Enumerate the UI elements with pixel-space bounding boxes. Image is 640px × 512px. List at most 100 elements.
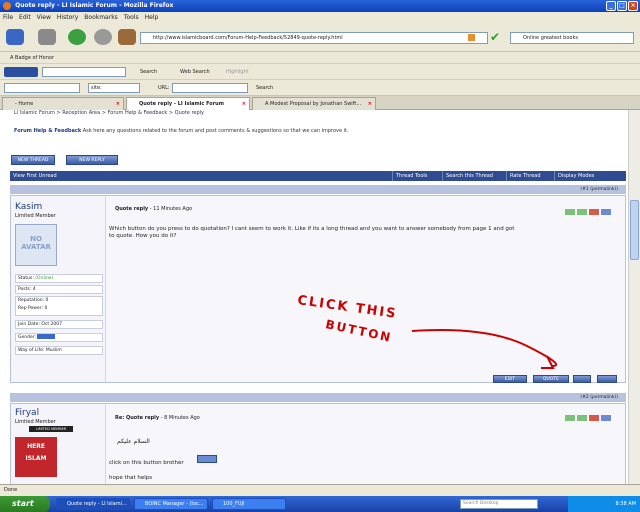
- tab-modest-proposal[interactable]: A Modest Proposal by Jonathan Swift... ×: [252, 97, 376, 110]
- window-title: Quote reply - LI Islamic Forum - Mozilla…: [15, 2, 174, 9]
- post1: Kasim Limited Member NO AVATAR Status: (…: [10, 195, 626, 383]
- back-icon[interactable]: [6, 29, 24, 45]
- post1-title-row: Quote reply - 11 Minutes Ago: [115, 206, 192, 212]
- close-window-button[interactable]: ×: [628, 1, 638, 11]
- post1-time: - 11 Minutes Ago: [149, 206, 193, 212]
- task-folder[interactable]: 100_FUJI: [212, 498, 286, 510]
- status-value: (Online): [35, 276, 54, 281]
- tab-label: A Modest Proposal by Jonathan Swift...: [265, 101, 362, 107]
- post2-user-title: Limited Member: [15, 419, 56, 425]
- forward-icon[interactable]: [38, 29, 56, 45]
- post1-title: Quote reply: [115, 206, 149, 212]
- clock: 8:38 AM: [615, 501, 636, 507]
- desktop-search-input[interactable]: Search Desktop: [460, 499, 538, 509]
- gender-label: Gender:: [18, 335, 37, 340]
- site-select[interactable]: site:: [88, 83, 140, 93]
- new-thread-button[interactable]: NEW THREAD: [11, 155, 55, 165]
- new-reply-button[interactable]: NEW REPLY: [66, 155, 118, 165]
- url-input[interactable]: http://www.islamicboard.com/Forum-Help-F…: [140, 32, 488, 44]
- post1-body: Which button do you press to do quotatio…: [109, 226, 515, 239]
- quote-button[interactable]: QUOTE: [533, 375, 569, 383]
- profile-icon[interactable]: [565, 415, 575, 421]
- task-boinc[interactable]: BOINC Manager - (loc...: [134, 498, 208, 510]
- url-field[interactable]: [172, 83, 248, 93]
- pm-icon[interactable]: [577, 209, 587, 215]
- bookmark-item[interactable]: A Badge of Honor: [10, 55, 54, 61]
- quick-reply-button[interactable]: [597, 375, 617, 383]
- toolbar2-input[interactable]: [4, 83, 80, 93]
- home-icon[interactable]: [118, 29, 136, 45]
- tab-close-icon[interactable]: ×: [368, 98, 372, 110]
- post1-gender: Gender:: [15, 333, 103, 342]
- email-icon[interactable]: [601, 209, 611, 215]
- post2-body1: click on this button brother: [109, 460, 184, 466]
- report-icon[interactable]: [589, 415, 599, 421]
- post1-avatar: NO AVATAR: [15, 224, 57, 266]
- pm-icon[interactable]: [577, 415, 587, 421]
- post1-user-panel: Kasim Limited Member NO AVATAR Status: (…: [11, 196, 106, 382]
- menu-history[interactable]: History: [57, 12, 78, 24]
- tab-quote-reply[interactable]: Quote reply - LI Islamic Forum ×: [126, 97, 250, 110]
- edit-button[interactable]: EDIT: [493, 375, 527, 383]
- rss-icon[interactable]: [468, 34, 475, 41]
- email-icon[interactable]: [601, 415, 611, 421]
- task-firefox[interactable]: Quote reply - LI Islami...: [56, 498, 130, 510]
- menu-help[interactable]: Help: [145, 12, 159, 24]
- post1-reputation: Reputation: 0 Rep Power: 0: [15, 296, 103, 316]
- view-first-unread-link[interactable]: View First Unread: [13, 171, 57, 181]
- annotation-button: BUTTON: [324, 317, 394, 345]
- post1-username[interactable]: Kasim: [15, 202, 42, 212]
- search-input[interactable]: Online greatest books: [510, 32, 634, 44]
- go-icon[interactable]: ✔: [490, 30, 500, 44]
- tab-close-icon[interactable]: ×: [116, 98, 120, 110]
- post2-icons: [565, 415, 611, 421]
- profile-icon[interactable]: [565, 209, 575, 215]
- highlight-button[interactable]: Highlight: [226, 67, 249, 77]
- taskbar: start Quote reply - LI Islami... BOINC M…: [0, 496, 640, 512]
- url-label: URL:: [158, 85, 170, 91]
- bookmarks-toolbar: A Badge of Honor: [0, 52, 640, 64]
- thread-tools-menu[interactable]: Thread Tools: [392, 171, 427, 181]
- thread-toolbar: View First Unread Thread Tools Search th…: [10, 171, 626, 181]
- forum-title[interactable]: Forum Help & Feedback: [14, 128, 81, 134]
- scrollbar-thumb[interactable]: [630, 200, 639, 260]
- post1-icons: [565, 209, 611, 215]
- tab-label: - Home: [15, 101, 34, 107]
- menu-tools[interactable]: Tools: [124, 12, 139, 24]
- multiquote-button[interactable]: [573, 375, 591, 383]
- menu-view[interactable]: View: [37, 12, 51, 24]
- page-content: LI Islamic Forum > Reception Area > Foru…: [0, 110, 628, 484]
- post1-message: Quote reply - 11 Minutes Ago Which butto…: [107, 196, 625, 383]
- annotation-arrow-icon: [411, 329, 557, 369]
- web-search-button[interactable]: Web Search: [180, 67, 210, 77]
- quote-button-icon: [197, 455, 217, 463]
- menu-edit[interactable]: Edit: [19, 12, 31, 24]
- stop-icon[interactable]: [94, 29, 112, 45]
- post2-avatar: HERE ISLAM: [15, 437, 57, 477]
- display-modes-menu[interactable]: Display Modes: [554, 171, 594, 181]
- toolbar-search-button[interactable]: Search: [140, 67, 157, 77]
- post2-title-row: Re: Quote reply - 8 Minutes Ago: [115, 415, 200, 421]
- toolbar2-search-button[interactable]: Search: [256, 83, 273, 93]
- maximize-button[interactable]: □: [617, 1, 627, 11]
- start-button[interactable]: start: [0, 496, 50, 512]
- post2-permalink[interactable]: (#2 (permalink)): [580, 393, 618, 402]
- tab-home[interactable]: - Home ×: [2, 97, 124, 110]
- toolbar-search-input[interactable]: [42, 67, 126, 77]
- report-icon[interactable]: [589, 209, 599, 215]
- search-thread-menu[interactable]: Search this Thread: [442, 171, 493, 181]
- tab-close-icon[interactable]: ×: [242, 98, 246, 110]
- minimize-button[interactable]: _: [606, 1, 616, 11]
- menu-bookmarks[interactable]: Bookmarks: [84, 12, 118, 24]
- post2-username[interactable]: Firyal: [15, 408, 39, 418]
- window-titlebar: Quote reply - LI Islamic Forum - Mozilla…: [0, 0, 640, 12]
- post1-permalink[interactable]: (#1 (permalink)): [580, 185, 618, 194]
- gender-icon: [37, 334, 56, 339]
- reload-icon[interactable]: [68, 29, 86, 45]
- page-scrollbar[interactable]: [628, 110, 640, 484]
- forum-description: Ask here any questions related to the fo…: [82, 128, 349, 134]
- avatar-islam-text: ISLAM: [25, 455, 47, 462]
- breadcrumb[interactable]: LI Islamic Forum > Reception Area > Foru…: [14, 110, 204, 116]
- menu-file[interactable]: File: [3, 12, 13, 24]
- rate-thread-menu[interactable]: Rate Thread: [506, 171, 541, 181]
